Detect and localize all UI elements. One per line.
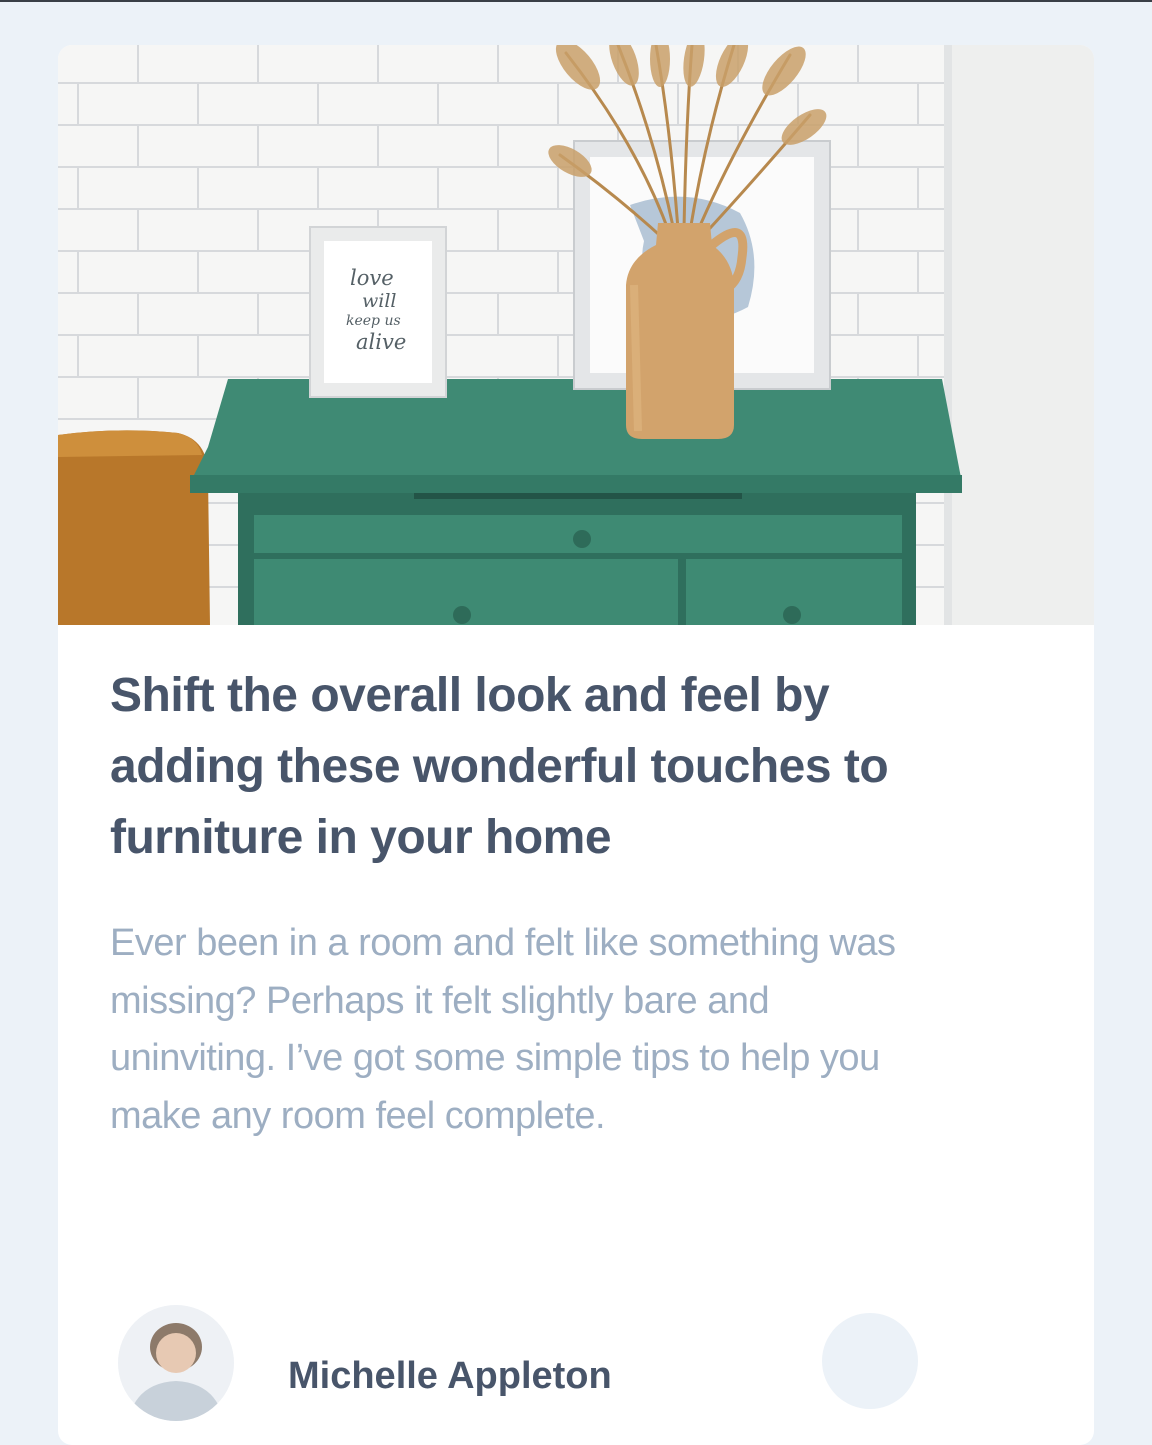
window-top-border <box>0 0 1152 2</box>
article-hero-image: love will keep us alive <box>58 45 1094 625</box>
frame-lettering-love: love <box>350 266 394 290</box>
author-avatar <box>118 1305 234 1421</box>
author-name: Michelle Appleton <box>288 1355 612 1397</box>
avatar-photo-icon <box>118 1305 234 1421</box>
article-excerpt: Ever been in a room and felt like someth… <box>110 922 896 1137</box>
article-title[interactable]: Shift the overall look and feel by addin… <box>110 660 940 873</box>
article-content: Shift the overall look and feel by addin… <box>110 660 940 1145</box>
frame-lettering-will: will <box>362 290 397 312</box>
frame-lettering-keep-us: keep us <box>346 313 401 329</box>
frame-lettering-alive: alive <box>356 330 406 354</box>
share-button[interactable] <box>822 1313 918 1409</box>
